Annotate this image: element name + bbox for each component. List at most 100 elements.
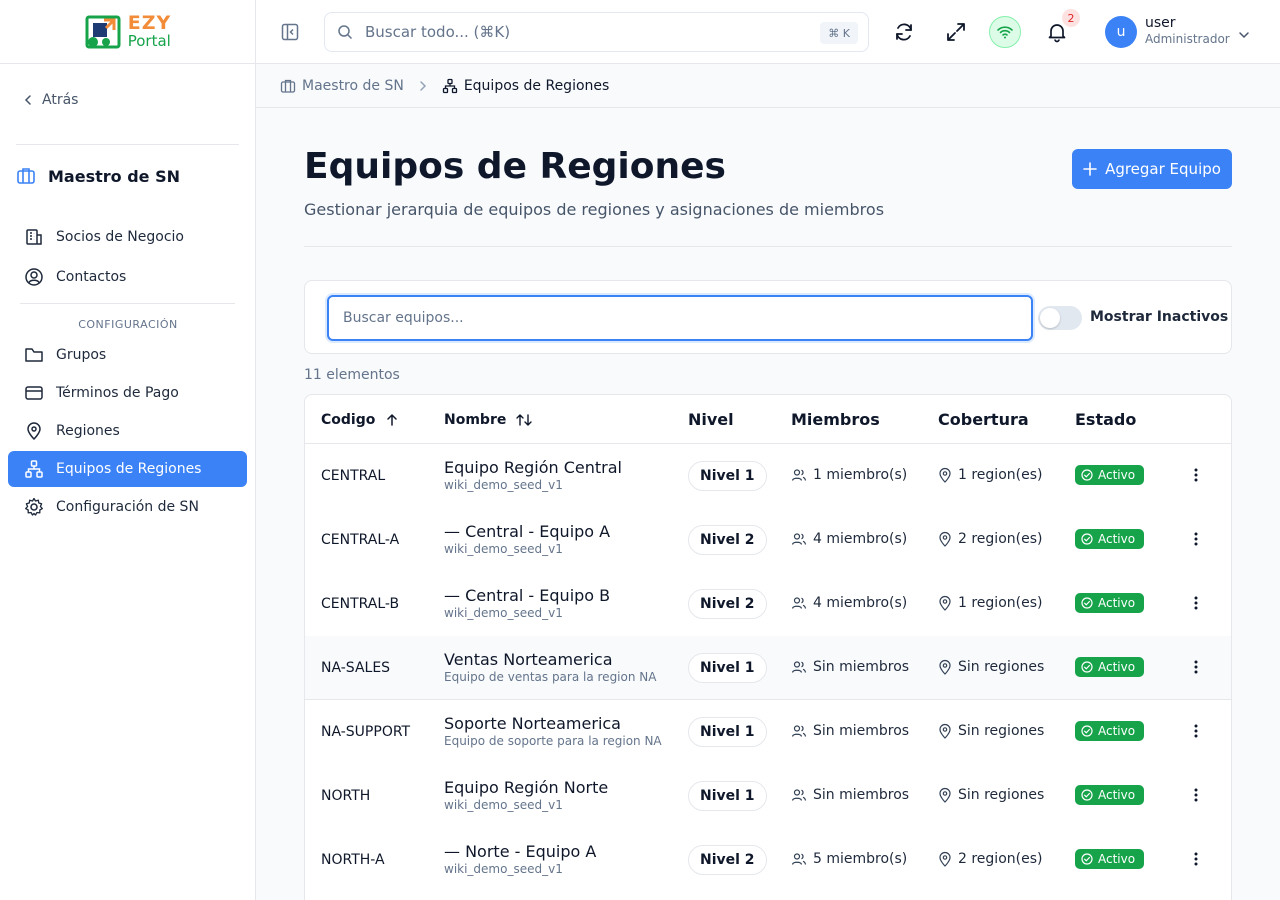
check-circle-icon xyxy=(1081,789,1093,801)
column-header-label: Nombre xyxy=(444,412,507,428)
search-placeholder: Buscar todo... (⌘K) xyxy=(365,23,511,41)
column-header-name[interactable]: Nombre xyxy=(444,412,533,428)
refresh-icon xyxy=(896,23,912,41)
table-row[interactable]: NA-SUPPORT Soporte Norteamerica Equipo d… xyxy=(305,700,1231,764)
row-code: NORTH xyxy=(321,788,371,804)
row-description: wiki_demo_seed_v1 xyxy=(444,798,563,812)
team-search-input[interactable]: Buscar equipos... xyxy=(327,295,1033,341)
column-header-members: Miembros xyxy=(791,410,880,429)
row-name: — Central - Equipo A xyxy=(444,522,611,541)
row-members-text: 4 miembro(s) xyxy=(813,531,908,547)
global-search-input[interactable]: Buscar todo... (⌘K) ⌘ K xyxy=(324,12,869,52)
row-actions-button[interactable] xyxy=(1193,659,1199,679)
table-row[interactable]: CENTRAL Equipo Región Central wiki_demo_… xyxy=(305,444,1231,508)
sidebar-item-socios-de-negocio[interactable]: Socios de Negocio xyxy=(8,219,247,255)
status-text: Activo xyxy=(1098,852,1136,866)
refresh-button[interactable] xyxy=(893,21,915,47)
show-inactive-toggle[interactable] xyxy=(1038,306,1082,330)
status-badge: Activo xyxy=(1075,465,1145,485)
avatar[interactable]: u xyxy=(1105,16,1137,48)
more-vertical-icon xyxy=(1194,852,1198,866)
briefcase-icon xyxy=(280,79,296,93)
status-badge: Activo xyxy=(1075,721,1145,741)
search-icon xyxy=(338,25,353,40)
back-link[interactable]: Atrás xyxy=(22,92,78,108)
users-icon xyxy=(791,469,807,481)
table-row[interactable]: NA-SALES Ventas Norteamerica Equipo de v… xyxy=(305,636,1231,700)
table-row[interactable]: NORTH-A — Norte - Equipo A wiki_demo_see… xyxy=(305,828,1231,892)
row-coverage-text: Sin regiones xyxy=(958,723,1045,739)
sidebar-item-regiones[interactable]: Regiones xyxy=(8,413,247,449)
briefcase-icon xyxy=(17,168,35,184)
check-circle-icon xyxy=(1081,533,1093,545)
row-members-text: Sin miembros xyxy=(813,723,910,739)
sidebar-item-label: Configuración de SN xyxy=(56,499,199,515)
table-row[interactable]: NORTH Equipo Región Norte wiki_demo_seed… xyxy=(305,764,1231,828)
row-members: 5 miembro(s) xyxy=(791,851,907,867)
user-menu-toggle[interactable] xyxy=(1238,26,1250,45)
back-label: Atrás xyxy=(42,92,79,108)
logo-row: EZY Portal xyxy=(0,0,255,64)
more-vertical-icon xyxy=(1194,724,1198,738)
row-coverage: Sin regiones xyxy=(938,723,1044,739)
level-badge: Nivel 1 xyxy=(688,781,767,811)
status-text: Activo xyxy=(1098,596,1136,610)
sort-icon xyxy=(516,414,533,426)
connection-status-button[interactable] xyxy=(989,16,1021,48)
breadcrumb-parent[interactable]: Maestro de SN xyxy=(280,78,404,94)
sidebar-item-terminos-de-pago[interactable]: Términos de Pago xyxy=(8,375,247,411)
row-coverage: 1 region(es) xyxy=(938,467,1042,483)
row-code: CENTRAL-A xyxy=(321,532,400,548)
sidebar-item-label: Contactos xyxy=(56,269,127,285)
sidebar-item-grupos[interactable]: Grupos xyxy=(8,337,247,373)
level-badge: Nivel 1 xyxy=(688,653,767,683)
row-description: Equipo de ventas para la region NA xyxy=(444,670,657,684)
table-header: Codigo Nombre Nivel Miembros Cobertura E… xyxy=(305,395,1231,444)
page-title: Equipos de Regiones xyxy=(304,146,726,187)
users-icon xyxy=(791,789,807,801)
user-menu[interactable]: user Administrador xyxy=(1145,15,1230,46)
row-actions-button[interactable] xyxy=(1193,787,1199,807)
search-shortcut: ⌘ K xyxy=(820,22,858,44)
row-actions-button[interactable] xyxy=(1193,851,1199,871)
row-description: wiki_demo_seed_v1 xyxy=(444,478,563,492)
more-vertical-icon xyxy=(1194,532,1198,546)
users-icon xyxy=(791,597,807,609)
row-actions-button[interactable] xyxy=(1193,467,1199,487)
row-members: 1 miembro(s) xyxy=(791,467,907,483)
row-members-text: 5 miembro(s) xyxy=(813,851,908,867)
row-code: NA-SALES xyxy=(321,660,391,676)
column-header-level: Nivel xyxy=(688,410,734,429)
column-header-code[interactable]: Codigo xyxy=(321,412,399,428)
toggle-knob xyxy=(1040,308,1060,328)
chevron-down-icon xyxy=(1239,32,1249,39)
sidebar-item-label: Regiones xyxy=(56,423,120,439)
row-members-text: Sin miembros xyxy=(813,659,910,675)
row-coverage: 2 region(es) xyxy=(938,851,1042,867)
sidebar-item-label: Grupos xyxy=(56,347,107,363)
add-team-button[interactable]: Agregar Equipo xyxy=(1072,149,1232,189)
sidebar-item-configuracion-de-sn[interactable]: Configuración de SN xyxy=(8,489,247,525)
wifi-icon xyxy=(997,26,1013,39)
sidebar-item-equipos-de-regiones[interactable]: Equipos de Regiones xyxy=(8,451,247,487)
fullscreen-button[interactable] xyxy=(945,21,967,47)
table-row[interactable]: CENTRAL-B — Central - Equipo B wiki_demo… xyxy=(305,572,1231,636)
module-title-text: Maestro de SN xyxy=(48,166,180,186)
sidebar-item-label: Socios de Negocio xyxy=(56,229,184,245)
app-logo[interactable]: EZY Portal xyxy=(84,12,172,52)
column-header-label: Nivel xyxy=(688,410,734,429)
row-actions-button[interactable] xyxy=(1193,723,1199,743)
column-header-label: Cobertura xyxy=(938,410,1029,429)
table-row[interactable]: CENTRAL-A — Central - Equipo A wiki_demo… xyxy=(305,508,1231,572)
row-coverage-text: 1 region(es) xyxy=(958,595,1043,611)
row-actions-button[interactable] xyxy=(1193,595,1199,615)
expand-icon xyxy=(947,23,965,41)
row-name-cell: Equipo Región Central wiki_demo_seed_v1 xyxy=(444,458,622,492)
row-actions-button[interactable] xyxy=(1193,531,1199,551)
row-coverage-text: Sin regiones xyxy=(958,787,1045,803)
more-vertical-icon xyxy=(1194,596,1198,610)
sidebar-item-contactos[interactable]: Contactos xyxy=(8,259,247,295)
sidebar-toggle-button[interactable] xyxy=(280,22,300,46)
column-header-status: Estado xyxy=(1075,410,1136,429)
more-vertical-icon xyxy=(1194,660,1198,674)
